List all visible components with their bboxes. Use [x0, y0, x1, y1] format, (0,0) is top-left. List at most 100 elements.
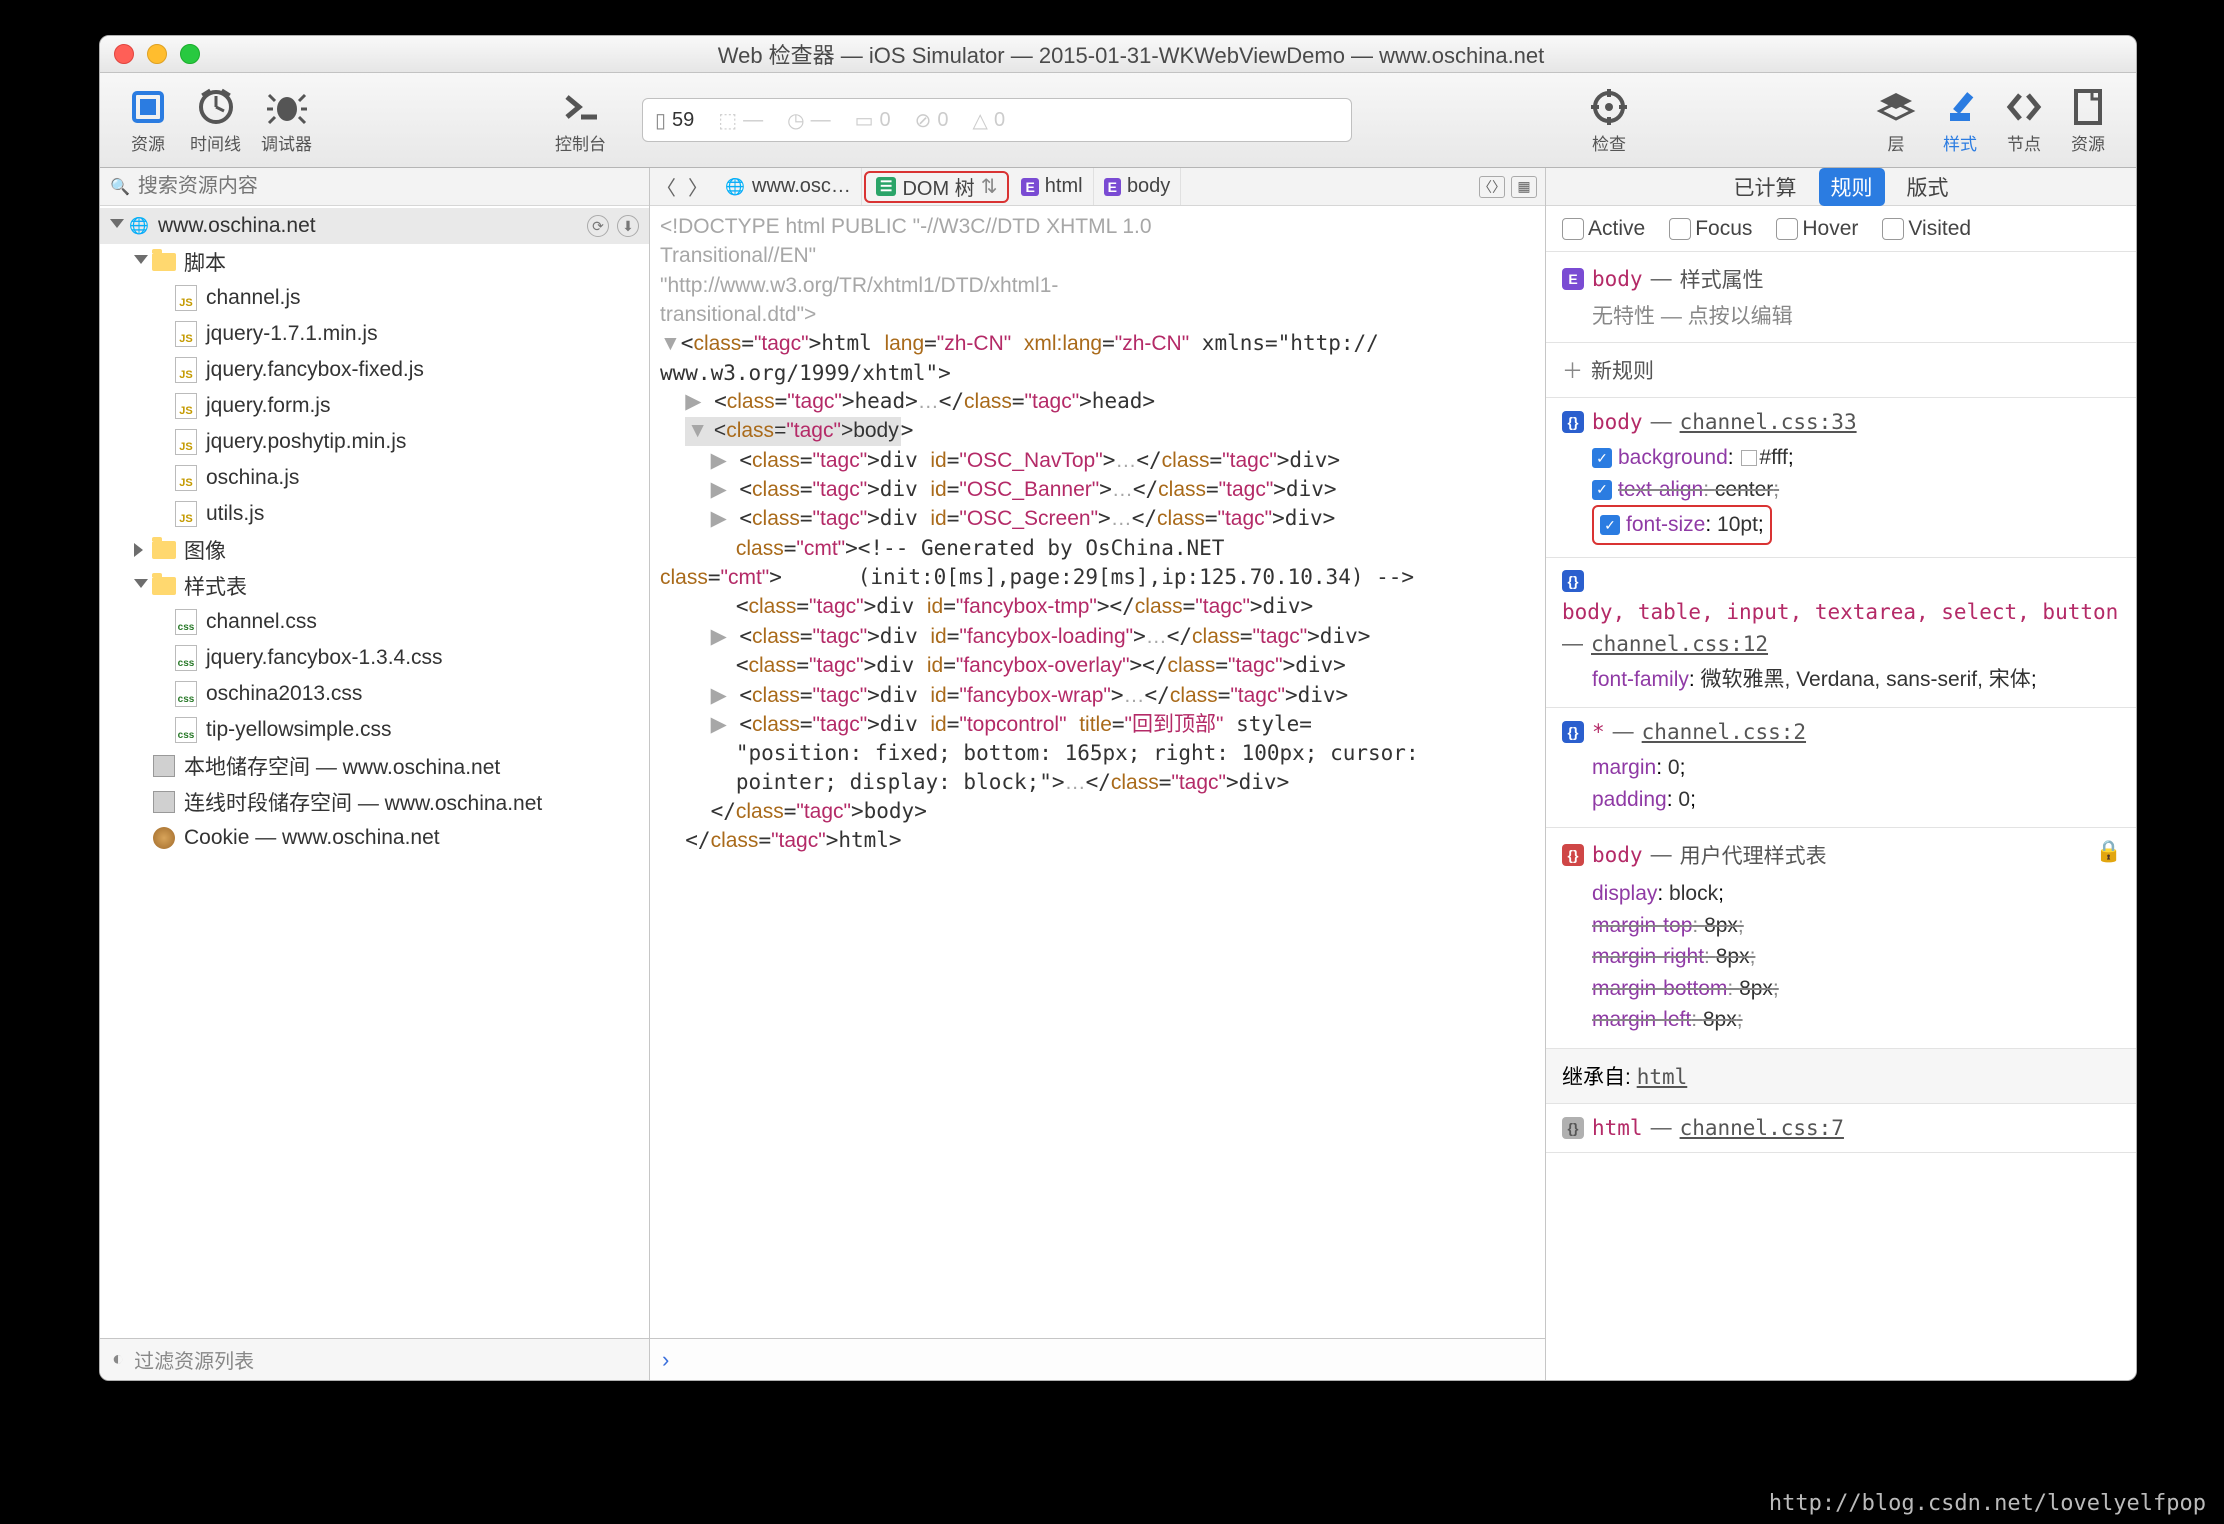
rule-user-agent: 🔒 {}body — 用户代理样式表 display: block; margi… [1546, 828, 2136, 1049]
console-button[interactable]: 控制台 [547, 85, 614, 155]
tree-file[interactable]: JSutils.js [100, 496, 649, 532]
debugger-button[interactable]: 调试器 [253, 85, 320, 155]
prop-padding[interactable]: padding: 0; [1592, 784, 2120, 816]
prop-display: display: block; [1592, 878, 2120, 910]
resources-button[interactable]: 资源 [118, 85, 178, 155]
close-icon[interactable] [114, 44, 134, 64]
rule-html: {}html — channel.css:7 [1546, 1104, 2136, 1153]
download-indicator: ⬚— [718, 108, 763, 133]
tree-file[interactable]: JSjquery-1.7.1.min.js [100, 316, 649, 352]
section-new-rule[interactable]: ＋ 新规则 [1546, 343, 2136, 398]
tree-folder-stylesheets[interactable]: 样式表 [100, 568, 649, 604]
prop-margin[interactable]: margin: 0; [1592, 752, 2120, 784]
right-resources-button[interactable]: 资源 [2058, 85, 2118, 155]
tree-root[interactable]: 🌐 www.oschina.net ⟳⬇ [100, 208, 649, 244]
prop-margin-left: margin-left: 8px; [1592, 1004, 2120, 1036]
zoom-icon[interactable] [180, 44, 200, 64]
styles-button[interactable]: 样式 [1930, 85, 1990, 155]
crumb-dom-tree[interactable]: ☰DOM 树⇅ [864, 171, 1010, 203]
main-toolbar: 资源 时间线 调试器 控制台 ▯59 ⬚— ◷— ▭0 ⊘0 △0 检查 [100, 73, 2136, 168]
tree-file[interactable]: csstip-yellowsimple.css [100, 712, 649, 748]
dom-source[interactable]: <!DOCTYPE html PUBLIC "-//W3C//DTD XHTML… [650, 206, 1545, 1338]
prop-margin-bottom: margin-bottom: 8px; [1592, 973, 2120, 1005]
status-infobox: ▯59 ⬚— ◷— ▭0 ⊘0 △0 [642, 98, 1352, 142]
tree-folder-images[interactable]: 图像 [100, 532, 649, 568]
titlebar: Web 检查器 — iOS Simulator — 2015-01-31-WKW… [100, 36, 2136, 73]
resource-tree[interactable]: 🌐 www.oschina.net ⟳⬇ 脚本 JSchannel.jsJSjq… [100, 206, 649, 1338]
tree-folder-scripts[interactable]: 脚本 [100, 244, 649, 280]
download-icon[interactable]: ⬇ [617, 215, 639, 237]
pseudo-visited[interactable]: Visited [1882, 217, 1971, 241]
tab-rules[interactable]: 规则 [1819, 168, 1885, 206]
time-indicator: ◷— [787, 108, 830, 133]
cookie-icon [153, 827, 175, 849]
tree-icon: ☰ [876, 177, 897, 196]
rule-channel-33: {}body — channel.css:33 ✓background: #ff… [1546, 398, 2136, 558]
tree-cookie[interactable]: Cookie — www.oschina.net [100, 820, 649, 856]
log-count: ▭0 [855, 108, 891, 133]
rule-channel-12: {}body, table, input, textarea, select, … [1546, 558, 2136, 709]
crumb-site[interactable]: 🌐www.osc… [714, 168, 862, 205]
section-inherit: 继承自: html [1546, 1049, 2136, 1104]
timelines-button[interactable]: 时间线 [182, 85, 249, 155]
resources-sidebar: 🔍 🌐 www.oschina.net ⟳⬇ 脚本 JSchannel.jsJS… [100, 168, 650, 1380]
reload-icon[interactable]: ⟳ [587, 215, 609, 237]
globe-icon: 🌐 [128, 215, 150, 237]
rules-list[interactable]: Ebody — 样式属性 无特性 — 点按以编辑 ＋ 新规则 {}body — … [1546, 252, 2136, 1380]
styles-tabs: 已计算 规则 版式 [1546, 168, 2136, 206]
warning-icon: △ [973, 108, 988, 133]
code-view-icon[interactable]: 〈〉 [1479, 176, 1505, 198]
crumb-html[interactable]: Ehtml [1011, 168, 1093, 205]
tree-file[interactable]: cssjquery.fancybox-1.3.4.css [100, 640, 649, 676]
crumb-body[interactable]: Ebody [1094, 168, 1182, 205]
rule-channel-2: {}* — channel.css:2 margin: 0; padding: … [1546, 708, 2136, 828]
minimize-icon[interactable] [147, 44, 167, 64]
grid-view-icon[interactable]: ▦ [1511, 176, 1537, 198]
error-icon: ⊘ [915, 108, 932, 133]
console-prompt[interactable]: › [650, 1338, 1545, 1380]
search-input[interactable] [138, 175, 639, 198]
clock-icon: ◷ [787, 108, 804, 133]
tree-file[interactable]: JSoschina.js [100, 460, 649, 496]
tree-file[interactable]: csschannel.css [100, 604, 649, 640]
watermark: http://blog.csdn.net/lovelyelfpop [1769, 1491, 2206, 1516]
inspect-button[interactable]: 检查 [1579, 85, 1639, 155]
tree-file[interactable]: JSjquery.form.js [100, 388, 649, 424]
prop-font-family[interactable]: font-family: 微软雅黑, Verdana, sans-serif, … [1592, 664, 2120, 696]
layers-button[interactable]: 层 [1866, 85, 1926, 155]
inspector-window: Web 检查器 — iOS Simulator — 2015-01-31-WKW… [99, 35, 2137, 1381]
pseudo-active[interactable]: Active [1562, 217, 1645, 241]
prop-margin-top: margin-top: 8px; [1592, 910, 2120, 942]
search-icon: 🔍 [110, 177, 130, 197]
tab-computed[interactable]: 已计算 [1722, 168, 1809, 206]
filter-icon: ◐ [112, 1348, 124, 1371]
node-button[interactable]: 节点 [1994, 85, 2054, 155]
filter-input[interactable]: 过滤资源列表 [134, 1345, 254, 1374]
tree-session-storage[interactable]: 连线时段储存空间 — www.oschina.net [100, 784, 649, 820]
tree-file[interactable]: JSjquery.fancybox-fixed.js [100, 352, 649, 388]
prop-background[interactable]: ✓background: #fff; [1592, 442, 2120, 474]
dom-panel: 〈 〉 🌐www.osc… ☰DOM 树⇅ Ehtml Ebody 〈〉 ▦ <… [650, 168, 1546, 1380]
traffic-lights [114, 44, 200, 64]
document-icon: ▯ [655, 108, 666, 133]
tree-file[interactable]: cssoschina2013.css [100, 676, 649, 712]
pseudo-classes-row: Active Focus Hover Visited [1546, 206, 2136, 252]
search-bar: 🔍 [100, 168, 649, 206]
tree-file[interactable]: JSjquery.poshytip.min.js [100, 424, 649, 460]
pseudo-focus[interactable]: Focus [1669, 217, 1752, 241]
tab-metrics[interactable]: 版式 [1895, 168, 1961, 206]
prop-text-align[interactable]: ✓text-align: center; [1592, 474, 2120, 506]
breadcrumb-bar: 〈 〉 🌐www.osc… ☰DOM 树⇅ Ehtml Ebody 〈〉 ▦ [650, 168, 1545, 206]
panels: 🔍 🌐 www.oschina.net ⟳⬇ 脚本 JSchannel.jsJS… [100, 168, 2136, 1380]
pseudo-hover[interactable]: Hover [1776, 217, 1858, 241]
back-button[interactable]: 〈 [650, 172, 682, 202]
forward-button[interactable]: 〉 [682, 172, 714, 202]
error-count: ⊘0 [915, 108, 949, 133]
prop-font-size[interactable]: ✓font-size: 10pt; [1592, 505, 2120, 545]
section-style-attr: Ebody — 样式属性 无特性 — 点按以编辑 [1546, 252, 2136, 343]
download-icon: ⬚ [718, 108, 737, 133]
file-count: ▯59 [655, 108, 694, 133]
tree-local-storage[interactable]: 本地储存空间 — www.oschina.net [100, 748, 649, 784]
window-title: Web 检查器 — iOS Simulator — 2015-01-31-WKW… [200, 38, 2062, 70]
tree-file[interactable]: JSchannel.js [100, 280, 649, 316]
